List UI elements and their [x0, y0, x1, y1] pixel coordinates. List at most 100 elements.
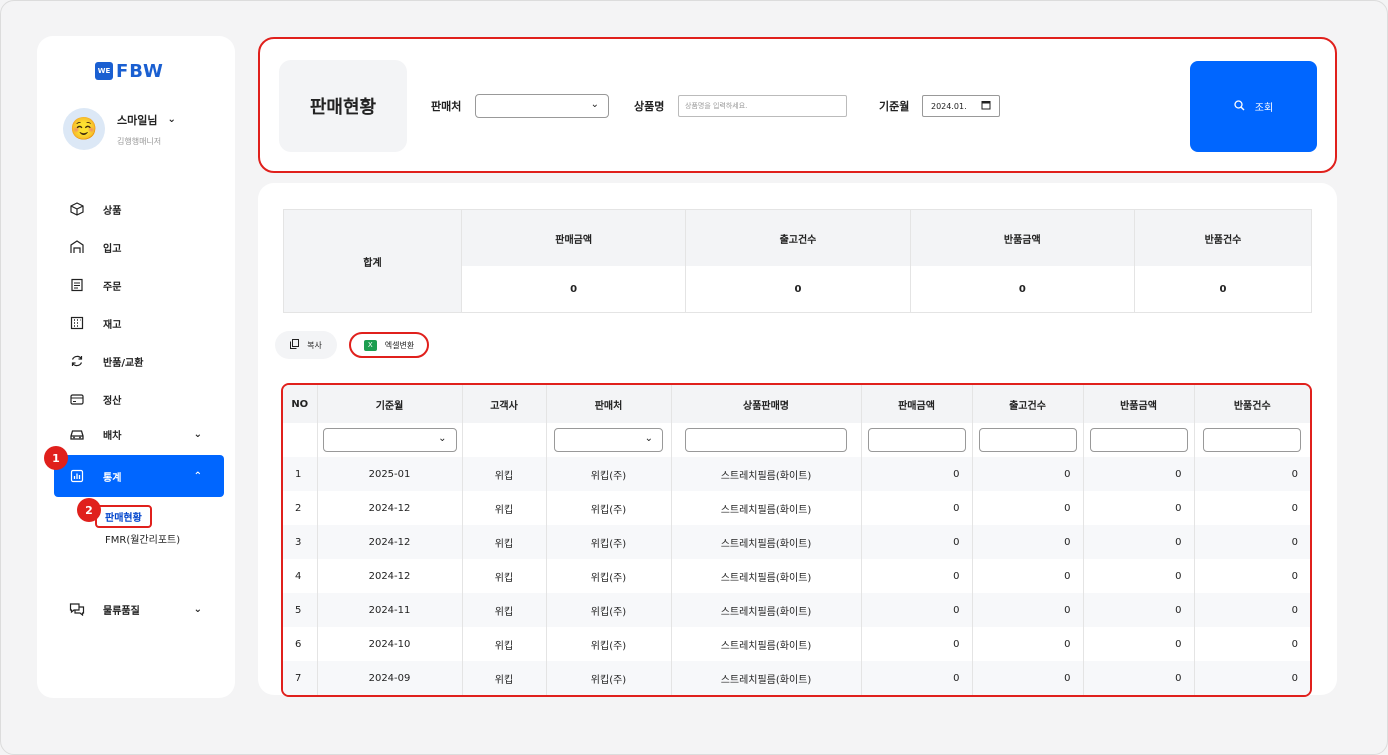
summary-value: 0	[794, 283, 802, 295]
sidebar-subitem-sales-status[interactable]: 판매현황	[95, 505, 152, 528]
table-cell: 0	[972, 593, 1084, 627]
table-cell: 위킵	[462, 525, 547, 559]
seller-select[interactable]: ⌄	[475, 94, 609, 118]
filter-return-amount-input[interactable]	[1089, 428, 1188, 452]
copy-button[interactable]: 복사	[275, 331, 337, 359]
sidebar-item-dispatch[interactable]: 배차 ⌄	[54, 415, 224, 453]
table-row[interactable]: 6 2024-10 위킵 위킵(주) 스트레치필름(화이트) 0 0 0 0	[283, 627, 1310, 661]
sidebar-item-label: 배차	[103, 430, 122, 442]
car-icon	[68, 425, 86, 443]
table-row[interactable]: 7 2024-09 위킵 위킵(주) 스트레치필름(화이트) 0 0 0 0	[283, 661, 1310, 695]
sidebar-subitem-fmr[interactable]: FMR(월간리포트)	[105, 531, 180, 546]
main-panel: 합계 판매금액 0 출고건수 0 반품금액 0 반품건수 0 복사 X 엑셀변환…	[258, 183, 1337, 697]
filter-product-input[interactable]	[685, 428, 847, 452]
table-cell: 1	[283, 457, 318, 491]
receipt-icon	[68, 276, 86, 294]
filter-month-select[interactable]: ⌄	[322, 428, 457, 452]
profile-name: 스마일님	[117, 113, 158, 127]
table-cell: 위킵(주)	[546, 457, 672, 491]
table-row[interactable]: 1 2025-01 위킵 위킵(주) 스트레치필름(화이트) 0 0 0 0	[283, 457, 1310, 491]
table-cell: 0	[1083, 491, 1195, 525]
chevron-down-icon: ⌄	[644, 433, 653, 444]
product-name-input[interactable]: 상품명을 입력하세요.	[678, 95, 847, 117]
table-cell: 0	[1194, 593, 1310, 627]
table-header-row: NO 기준월 고객사 판매처 상품판매명 판매금액 출고건수 반품금액 반품건수	[283, 385, 1310, 423]
table-row[interactable]: 4 2024-12 위킵 위킵(주) 스트레치필름(화이트) 0 0 0 0	[283, 559, 1310, 593]
column-header: 반품금액	[1083, 385, 1195, 423]
summary-label: 합계	[284, 210, 462, 312]
table-cell: 위킵	[462, 457, 547, 491]
table-row[interactable]: 3 2024-12 위킵 위킵(주) 스트레치필름(화이트) 0 0 0 0	[283, 525, 1310, 559]
product-label: 상품명	[634, 100, 665, 113]
table-cell: 스트레치필름(화이트)	[671, 661, 862, 695]
chat-icon	[68, 600, 86, 618]
sidebar-item-orders[interactable]: 주문	[54, 266, 224, 304]
summary-col: 반품금액 0	[910, 210, 1135, 312]
step-badge-2: 2	[77, 498, 101, 522]
profile-role: 김행행매니저	[117, 136, 162, 146]
table-cell: 위킵	[462, 661, 547, 695]
refresh-icon	[68, 352, 86, 370]
table-cell: 0	[1083, 593, 1195, 627]
sidebar-item-settlement[interactable]: 정산	[54, 380, 224, 418]
column-header: 고객사	[462, 385, 547, 423]
column-header: 판매금액	[861, 385, 973, 423]
sidebar-item-label: 상품	[103, 205, 122, 217]
column-header: 상품판매명	[671, 385, 862, 423]
search-button[interactable]: 조회	[1190, 61, 1317, 152]
box-icon	[68, 200, 86, 218]
table-cell: 0	[1194, 525, 1310, 559]
table-cell: 0	[972, 627, 1084, 661]
card-icon	[68, 390, 86, 408]
summary-col: 출고건수 0	[686, 210, 911, 312]
table-row[interactable]: 5 2024-11 위킵 위킵(주) 스트레치필름(화이트) 0 0 0 0	[283, 593, 1310, 627]
table-cell: 0	[1083, 559, 1195, 593]
sidebar-item-inbound[interactable]: 입고	[54, 228, 224, 266]
table-cell: 0	[1194, 661, 1310, 695]
table-cell: 스트레치필름(화이트)	[671, 457, 862, 491]
chart-icon	[68, 467, 86, 485]
summary-value: 0	[1219, 283, 1227, 295]
table-cell: 위킵(주)	[546, 559, 672, 593]
summary-table: 합계 판매금액 0 출고건수 0 반품금액 0 반품건수 0	[283, 209, 1312, 313]
excel-export-button[interactable]: X 엑셀변환	[349, 332, 429, 358]
filter-seller-select[interactable]: ⌄	[554, 428, 663, 452]
filter-return-count-input[interactable]	[1203, 428, 1302, 452]
column-header: 기준월	[317, 385, 463, 423]
table-cell: 스트레치필름(화이트)	[671, 627, 862, 661]
logo-text: FBW	[116, 60, 164, 82]
table-cell: 위킵	[462, 593, 547, 627]
profile[interactable]: ☺️ 스마일님 ⌄ 김행행매니저	[63, 108, 176, 150]
sidebar-item-logistics-quality[interactable]: 물류품질 ⌄	[54, 590, 224, 628]
sidebar-item-inventory[interactable]: 재고	[54, 304, 224, 342]
search-panel: 판매현황 판매처 ⌄ 상품명 상품명을 입력하세요. 기준월 2024.01. …	[258, 37, 1337, 173]
copy-icon	[290, 338, 300, 352]
table-cell: 위킵(주)	[546, 525, 672, 559]
grid-icon	[68, 314, 86, 332]
table-cell: 3	[283, 525, 318, 559]
month-date-input[interactable]: 2024.01.	[922, 95, 1000, 117]
chevron-down-icon: ⌄	[193, 428, 202, 440]
chevron-down-icon: ⌄	[193, 603, 202, 615]
table-cell: 위킵	[462, 627, 547, 661]
app-frame: WE FBW ☺️ 스마일님 ⌄ 김행행매니저 상품 입고 주문 재고 반품/교…	[0, 0, 1388, 755]
logo-mark: WE	[95, 62, 113, 80]
table-cell: 0	[1083, 661, 1195, 695]
excel-button-label: 엑셀변환	[384, 340, 415, 350]
sales-table: NO 기준월 고객사 판매처 상품판매명 판매금액 출고건수 반품금액 반품건수 ⌄ ⌄	[281, 383, 1312, 697]
filter-sales-amount-input[interactable]	[867, 428, 966, 452]
filter-shipment-count-input[interactable]	[978, 428, 1077, 452]
chevron-down-icon[interactable]: ⌄	[167, 114, 175, 125]
month-value: 2024.01.	[931, 101, 967, 111]
chevron-down-icon: ⌄	[438, 433, 447, 444]
month-label: 기준월	[879, 100, 910, 113]
sidebar-item-products[interactable]: 상품	[54, 190, 224, 228]
sidebar-item-returns[interactable]: 반품/교환	[54, 342, 224, 380]
page-title: 판매현황	[279, 60, 407, 152]
calendar-icon[interactable]	[981, 100, 991, 112]
table-cell: 0	[1083, 457, 1195, 491]
sidebar-item-statistics[interactable]: 통계 ⌃	[54, 455, 224, 497]
summary-head: 반품건수	[1134, 210, 1311, 266]
table-row[interactable]: 2 2024-12 위킵 위킵(주) 스트레치필름(화이트) 0 0 0 0	[283, 491, 1310, 525]
table-cell: 0	[972, 661, 1084, 695]
